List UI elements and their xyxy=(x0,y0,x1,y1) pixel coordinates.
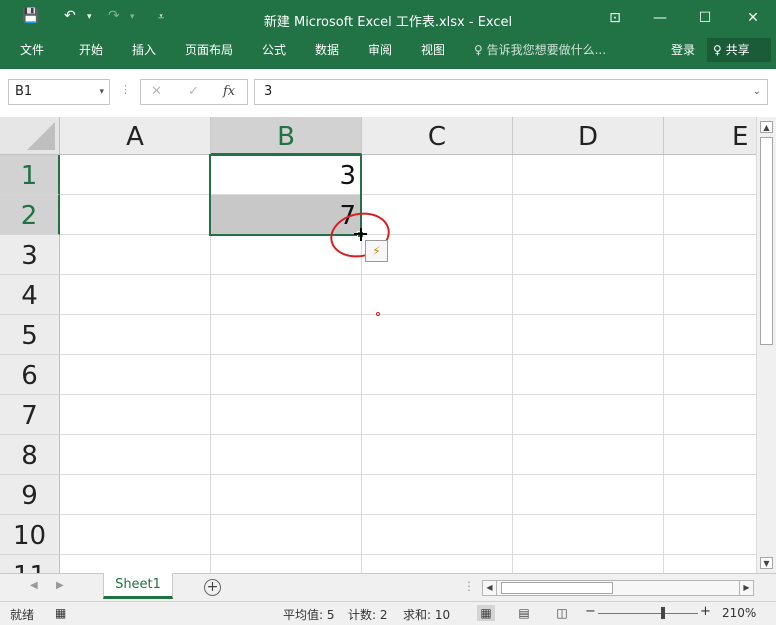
undo-icon[interactable]: ↶ xyxy=(64,8,76,24)
scroll-down-icon[interactable]: ▼ xyxy=(760,557,773,569)
tell-me-search[interactable]: ♀ 告诉我您想要做什么... xyxy=(474,41,606,58)
tab-file[interactable]: 文件 xyxy=(20,41,44,58)
share-button[interactable]: ♀ 共享 xyxy=(707,38,771,62)
formula-input[interactable]: 3 ⌄ xyxy=(254,79,768,105)
scroll-left-icon[interactable]: ◀ xyxy=(483,581,497,595)
grid-line xyxy=(60,314,756,315)
column-header-a[interactable]: A xyxy=(60,117,211,155)
zoom-out-icon[interactable]: − xyxy=(585,604,596,619)
scroll-right-icon[interactable]: ▶ xyxy=(739,581,753,595)
grid-line xyxy=(60,514,756,515)
status-count: 计数: 2 xyxy=(348,608,388,622)
select-all-button[interactable] xyxy=(0,117,60,155)
page-break-preview-icon[interactable]: ◫ xyxy=(553,605,571,621)
name-box[interactable]: B1 ▾ xyxy=(8,79,110,105)
name-box-value: B1 xyxy=(15,84,33,99)
tab-home[interactable]: 开始 xyxy=(79,41,103,58)
save-icon[interactable]: 💾 xyxy=(22,8,39,24)
add-sheet-icon[interactable]: + xyxy=(204,579,221,596)
row-header-11[interactable]: 11 xyxy=(0,555,60,573)
tab-page-layout[interactable]: 页面布局 xyxy=(185,41,233,58)
worksheet-grid[interactable]: A B C D E 1 2 3 4 5 6 7 8 9 10 11 3 7 ⚡ … xyxy=(0,117,776,573)
undo-dropdown-icon[interactable]: ▾ xyxy=(87,12,92,22)
horizontal-scrollbar[interactable]: ◀ ▶ xyxy=(482,580,754,596)
grid-line xyxy=(663,155,664,573)
normal-view-icon[interactable]: ▦ xyxy=(477,605,495,621)
tab-insert[interactable]: 插入 xyxy=(132,41,156,58)
formula-buttons: ✕ ✓ fx xyxy=(140,79,248,105)
separator-dots-icon[interactable]: ⋮ xyxy=(120,83,131,96)
prev-sheet-icon[interactable]: ◀ xyxy=(30,580,38,591)
zoom-slider[interactable] xyxy=(598,613,698,614)
sheet-tab-sheet1[interactable]: Sheet1 xyxy=(103,573,173,599)
row-header-4[interactable]: 4 xyxy=(0,275,60,315)
ribbon-display-options-icon[interactable]: ⊡ xyxy=(600,6,630,30)
quick-analysis-icon[interactable]: ⚡ xyxy=(365,240,388,262)
grid-line xyxy=(60,354,756,355)
macro-recording-icon[interactable]: ▦ xyxy=(55,606,66,620)
zoom-in-icon[interactable]: + xyxy=(700,604,711,619)
row-header-3[interactable]: 3 xyxy=(0,235,60,275)
redo-dropdown-icon[interactable]: ▾ xyxy=(130,12,135,22)
grid-line xyxy=(60,394,756,395)
status-ready: 就绪 xyxy=(10,608,35,622)
maximize-icon[interactable]: ☐ xyxy=(690,6,720,30)
minimize-icon[interactable]: — xyxy=(645,6,675,30)
column-header-b[interactable]: B xyxy=(211,117,362,155)
next-sheet-icon[interactable]: ▶ xyxy=(56,580,64,591)
row-header-1[interactable]: 1 xyxy=(0,155,60,195)
annotation-dot xyxy=(376,312,380,316)
insert-function-icon[interactable]: fx xyxy=(223,84,235,99)
zoom-slider-thumb[interactable] xyxy=(661,607,665,619)
row-header-9[interactable]: 9 xyxy=(0,475,60,515)
tab-split-handle-icon[interactable]: ⋮ xyxy=(463,579,475,593)
tab-data[interactable]: 数据 xyxy=(315,41,339,58)
sheet-tabs-bar: ◀ ▶ Sheet1 + ⋮ ◀ ▶ xyxy=(0,573,776,601)
status-sum: 求和: 10 xyxy=(403,608,451,622)
row-header-8[interactable]: 8 xyxy=(0,435,60,475)
cancel-icon[interactable]: ✕ xyxy=(151,84,162,99)
tab-formulas[interactable]: 公式 xyxy=(262,41,286,58)
row-header-5[interactable]: 5 xyxy=(0,315,60,355)
row-header-6[interactable]: 6 xyxy=(0,355,60,395)
tab-review[interactable]: 审阅 xyxy=(368,41,392,58)
row-header-10[interactable]: 10 xyxy=(0,515,60,555)
grid-line xyxy=(60,234,756,235)
chevron-down-icon[interactable]: ▾ xyxy=(99,80,104,104)
row-header-7[interactable]: 7 xyxy=(0,395,60,435)
login-link[interactable]: 登录 xyxy=(671,41,695,58)
grid-line xyxy=(60,434,756,435)
status-average: 平均值: 5 xyxy=(283,608,335,622)
vertical-scroll-thumb[interactable] xyxy=(760,137,773,345)
vertical-scrollbar[interactable]: ▲ ▼ xyxy=(756,117,776,573)
grid-line xyxy=(512,155,513,573)
status-bar: 就绪 ▦ 平均值: 5 计数: 2 求和: 10 ▦ ▤ ◫ − + 210% xyxy=(0,601,776,625)
formula-bar-area: B1 ▾ ⋮ ✕ ✓ fx 3 ⌄ xyxy=(0,69,776,117)
column-header-c[interactable]: C xyxy=(362,117,513,155)
expand-formula-bar-icon[interactable]: ⌄ xyxy=(753,80,761,104)
row-header-2[interactable]: 2 xyxy=(0,195,60,235)
window-title: 新建 Microsoft Excel 工作表.xlsx - Excel xyxy=(263,15,513,30)
column-header-d[interactable]: D xyxy=(513,117,664,155)
grid-line xyxy=(60,274,756,275)
close-icon[interactable]: ✕ xyxy=(738,6,768,30)
ribbon-tabs: 文件 开始 插入 页面布局 公式 数据 审阅 视图 ♀ 告诉我您想要做什么...… xyxy=(0,36,776,69)
formula-value: 3 xyxy=(264,84,273,99)
grid-line xyxy=(60,474,756,475)
tab-view[interactable]: 视图 xyxy=(421,41,445,58)
customize-toolbar-icon[interactable]: ⩡ xyxy=(158,10,164,24)
zoom-level[interactable]: 210% xyxy=(722,606,756,620)
horizontal-scroll-thumb[interactable] xyxy=(501,582,613,594)
redo-icon[interactable]: ↷ xyxy=(108,8,120,24)
title-bar: 💾 ↶ ▾ ↷ ▾ ⩡ 新建 Microsoft Excel 工作表.xlsx … xyxy=(0,0,776,36)
grid-line xyxy=(60,194,756,195)
select-all-triangle-icon xyxy=(27,122,55,150)
grid-line xyxy=(60,554,756,555)
scroll-up-icon[interactable]: ▲ xyxy=(760,121,773,133)
enter-icon[interactable]: ✓ xyxy=(188,84,199,99)
page-layout-view-icon[interactable]: ▤ xyxy=(515,605,533,621)
